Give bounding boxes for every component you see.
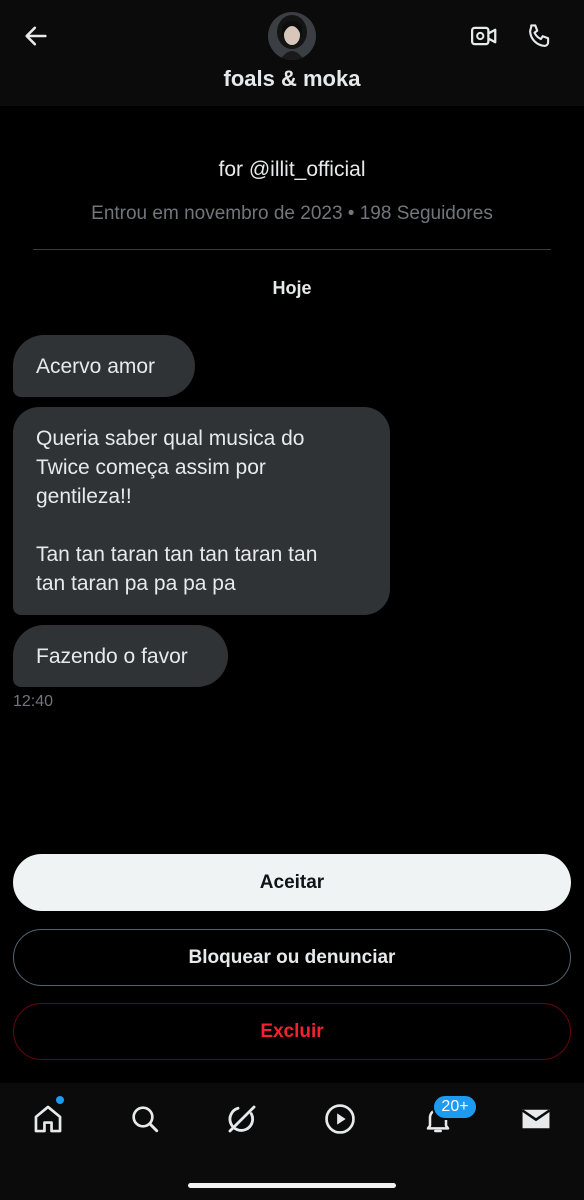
arrow-left-icon [25, 26, 47, 46]
grok-icon [228, 1105, 256, 1133]
message-line-break [36, 511, 367, 540]
profile-meta: Entrou em novembro de 2023 • 198 Seguido… [91, 203, 493, 224]
nav-grok[interactable] [222, 1099, 262, 1139]
message-line: tan taran pa pa pa pa [36, 572, 236, 595]
message-text: Acervo amor [36, 354, 156, 378]
nav-home[interactable] [28, 1099, 68, 1139]
delete-button[interactable]: Excluir [13, 1003, 571, 1060]
message-line: gentileza!! [36, 485, 132, 508]
messages-icon [521, 1109, 551, 1129]
block-or-report-button[interactable]: Bloquear ou denunciar [13, 929, 571, 986]
conversation-header: foals & moka [0, 0, 584, 106]
phone-call-button[interactable] [520, 16, 560, 56]
nav-messages[interactable] [516, 1099, 556, 1139]
video-play-icon [325, 1104, 355, 1134]
message-line: Twice começa assim por [36, 456, 266, 479]
nav-video[interactable] [320, 1099, 360, 1139]
video-call-icon [471, 26, 497, 46]
message-text: Fazendo o favor [36, 644, 188, 668]
message-bubble[interactable]: Queria saber qual musica do Twice começa… [13, 407, 390, 615]
nav-search[interactable] [125, 1099, 165, 1139]
date-separator: Hoje [272, 278, 312, 298]
accept-button[interactable]: Aceitar [13, 854, 571, 911]
home-indicator[interactable] [188, 1183, 396, 1188]
avatar-image [268, 12, 316, 60]
message-line: Queria saber qual musica do [36, 427, 305, 450]
unread-dot [56, 1096, 64, 1104]
message-bubble[interactable]: Fazendo o favor [13, 625, 228, 687]
message-bubble[interactable]: Acervo amor [13, 335, 195, 397]
phone-icon [529, 24, 550, 47]
message-timestamp: 12:40 [13, 693, 54, 710]
back-button[interactable] [18, 18, 54, 54]
search-icon [132, 1106, 159, 1133]
divider [33, 249, 551, 250]
message-line: Tan tan taran tan tan taran tan [36, 543, 318, 566]
conversation-title: foals & moka [223, 66, 361, 91]
profile-bio: for @illit_official [218, 158, 366, 181]
home-icon [34, 1105, 62, 1133]
notifications-badge: 20+ [432, 1094, 478, 1120]
avatar[interactable] [268, 12, 316, 60]
video-call-button[interactable] [464, 16, 504, 56]
